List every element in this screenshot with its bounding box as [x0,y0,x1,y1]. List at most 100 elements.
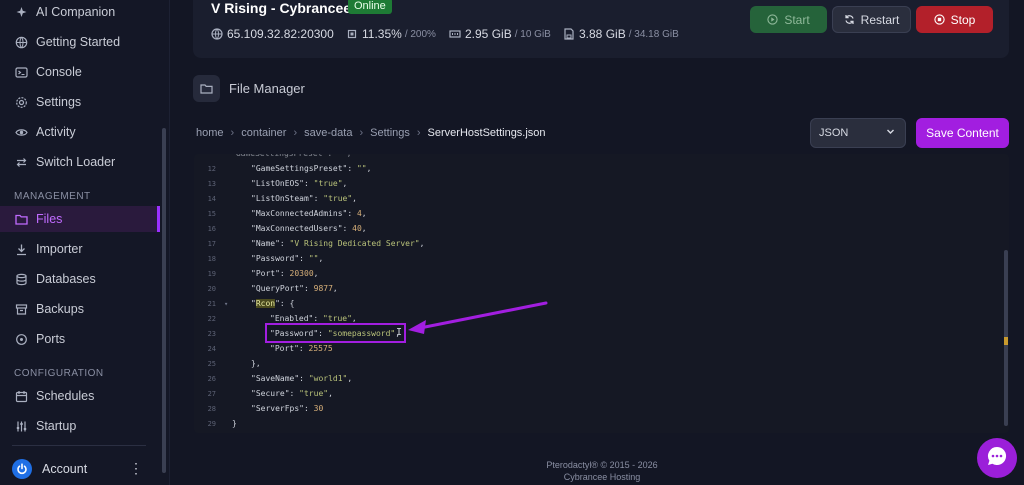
restart-icon [844,14,855,25]
code-line[interactable]: "ServerFps": 30 [251,401,323,416]
code-line[interactable]: "ListOnEOS": "true", [251,176,347,191]
sidebar-item-label: Files [36,212,63,226]
database-icon [14,272,28,286]
code-line[interactable]: "SaveName": "world1", [251,371,352,386]
json-value: 20300 [289,269,314,278]
json-punctuation: , [419,239,425,248]
sidebar-item-activity[interactable]: Activity [0,119,160,145]
breadcrumb-home[interactable]: home [196,127,224,139]
stat-memory: 2.95 GiB / 10 GiB [449,27,551,41]
sidebar-item-ports[interactable]: Ports [0,326,160,352]
memory-icon [449,28,461,40]
footer-hosting: Cybrancee Hosting [563,472,641,482]
line-number: 24 [207,345,216,353]
code-line[interactable]: "Port": 25575 [270,341,333,356]
sidebar: AI Companion Getting Started Console Settin… [0,0,170,485]
start-button[interactable]: Start [750,6,827,33]
code-editor[interactable]: 12 13 14 15 16 17 18 19 20 21 22 23 24 25 26 27 28 29 "Ga… [194,154,1009,433]
line-number: 17 [207,240,216,248]
sidebar-item-console[interactable]: Console [0,59,160,85]
chat-bubble-button[interactable] [977,438,1017,478]
line-number: 27 [207,390,216,398]
line-number: 15 [207,210,216,218]
sidebar-item-getting-started[interactable]: Getting Started [0,29,160,55]
sidebar-item-switch-loader[interactable]: Switch Loader [0,149,160,175]
json-value: 40 [352,224,362,233]
code-line[interactable]: }, [251,356,261,371]
code-line[interactable]: "Secure": "true", [251,386,333,401]
line-number: 29 [207,420,216,428]
code-line[interactable]: } [232,416,237,431]
json-key: "MaxConnectedAdmins" [251,209,348,218]
server-header: V Rising - Cybrancee Online 65.109.32.82… [193,0,1009,58]
code-line[interactable]: "MaxConnectedUsers": 40, [251,221,367,236]
json-key: "GameSettingsPreset" [251,164,348,173]
sidebar-item-label: Databases [36,272,96,286]
json-value: "true" [323,194,353,203]
language-select[interactable]: JSON [810,118,906,148]
json-punctuation: , [342,179,348,188]
json-key: "QueryPort" [251,284,304,293]
code-line[interactable]: "Rcon": { [251,296,294,311]
language-value: JSON [819,127,849,139]
partial-line: "GameSettingsPreset": "", [231,154,351,161]
footer-copyright: Pterodactyl® © 2015 - 2026 [546,460,658,470]
stop-button[interactable]: Stop [916,6,993,33]
sidebar-item-label: AI Companion [36,5,116,19]
sidebar-item-label: Getting Started [36,35,121,49]
stat-disk: 3.88 GiB / 34.18 GiB [563,27,679,41]
play-icon [767,14,778,25]
cpu-value: 11.35% [362,27,402,41]
status-badge: Online [348,0,392,14]
download-icon [14,242,28,256]
memory-limit: / 10 GiB [514,28,551,40]
fold-toggle-icon[interactable]: ▾ [224,300,228,308]
sidebar-item-label: Switch Loader [36,155,116,169]
breadcrumb-settings[interactable]: Settings [370,127,410,139]
code-line[interactable]: "GameSettingsPreset": "", [251,161,371,176]
sidebar-item-backups[interactable]: Backups [0,296,160,322]
sidebar-item-databases[interactable]: Databases [0,266,160,292]
sliders-icon [14,419,28,433]
sidebar-item-files[interactable]: Files [0,206,160,232]
chevron-down-icon [886,127,895,139]
code-line[interactable]: "ListOnSteam": "true", [251,191,357,206]
ip-address[interactable]: 65.109.32.82:20300 [227,27,334,41]
sidebar-item-label: Startup [36,419,77,433]
sidebar-item-ai-companion[interactable]: AI Companion [0,0,160,25]
code-line[interactable]: "Port": 20300, [251,266,318,281]
breadcrumb: home › container › save-data › Settings … [196,127,546,139]
json-key: "SaveName" [251,374,300,383]
json-key: "Secure" [251,389,290,398]
sidebar-item-label: Ports [36,332,66,346]
sidebar-item-importer[interactable]: Importer [0,236,160,262]
eye-icon [14,125,28,139]
breadcrumb-save-data[interactable]: save-data [304,127,352,139]
json-key: "ListOnEOS" [251,179,304,188]
json-value: } [232,419,237,428]
json-punctuation: , [352,194,357,203]
sidebar-scrollbar[interactable] [162,128,166,473]
scrollbar-marker [1004,337,1008,345]
json-value: }, [251,359,261,368]
json-punctuation: , [366,164,372,173]
breadcrumb-container[interactable]: container [241,127,286,139]
json-punctuation: , [351,314,357,323]
json-value: "true" [313,179,343,188]
json-key: "ServerFps" [251,404,304,413]
code-line[interactable]: "MaxConnectedAdmins": 4, [251,206,367,221]
save-content-button[interactable]: Save Content [916,118,1009,148]
sidebar-item-schedules[interactable]: Schedules [0,383,160,409]
sidebar-item-settings[interactable]: Settings [0,89,160,115]
code-line[interactable]: "QueryPort": 9877, [251,281,338,296]
restart-button[interactable]: Restart [832,6,911,33]
code-line[interactable]: "Name": "V Rising Dedicated Server", [251,236,424,251]
json-punctuation: , [347,374,353,383]
code-line[interactable]: "Password": "", [251,251,323,266]
line-number: 21 [207,300,216,308]
sidebar-item-startup[interactable]: Startup [0,413,160,439]
line-number: 23 [207,330,216,338]
line-number: 14 [207,195,216,203]
json-punctuation: , [361,209,367,218]
json-key: "Port" [270,344,299,353]
